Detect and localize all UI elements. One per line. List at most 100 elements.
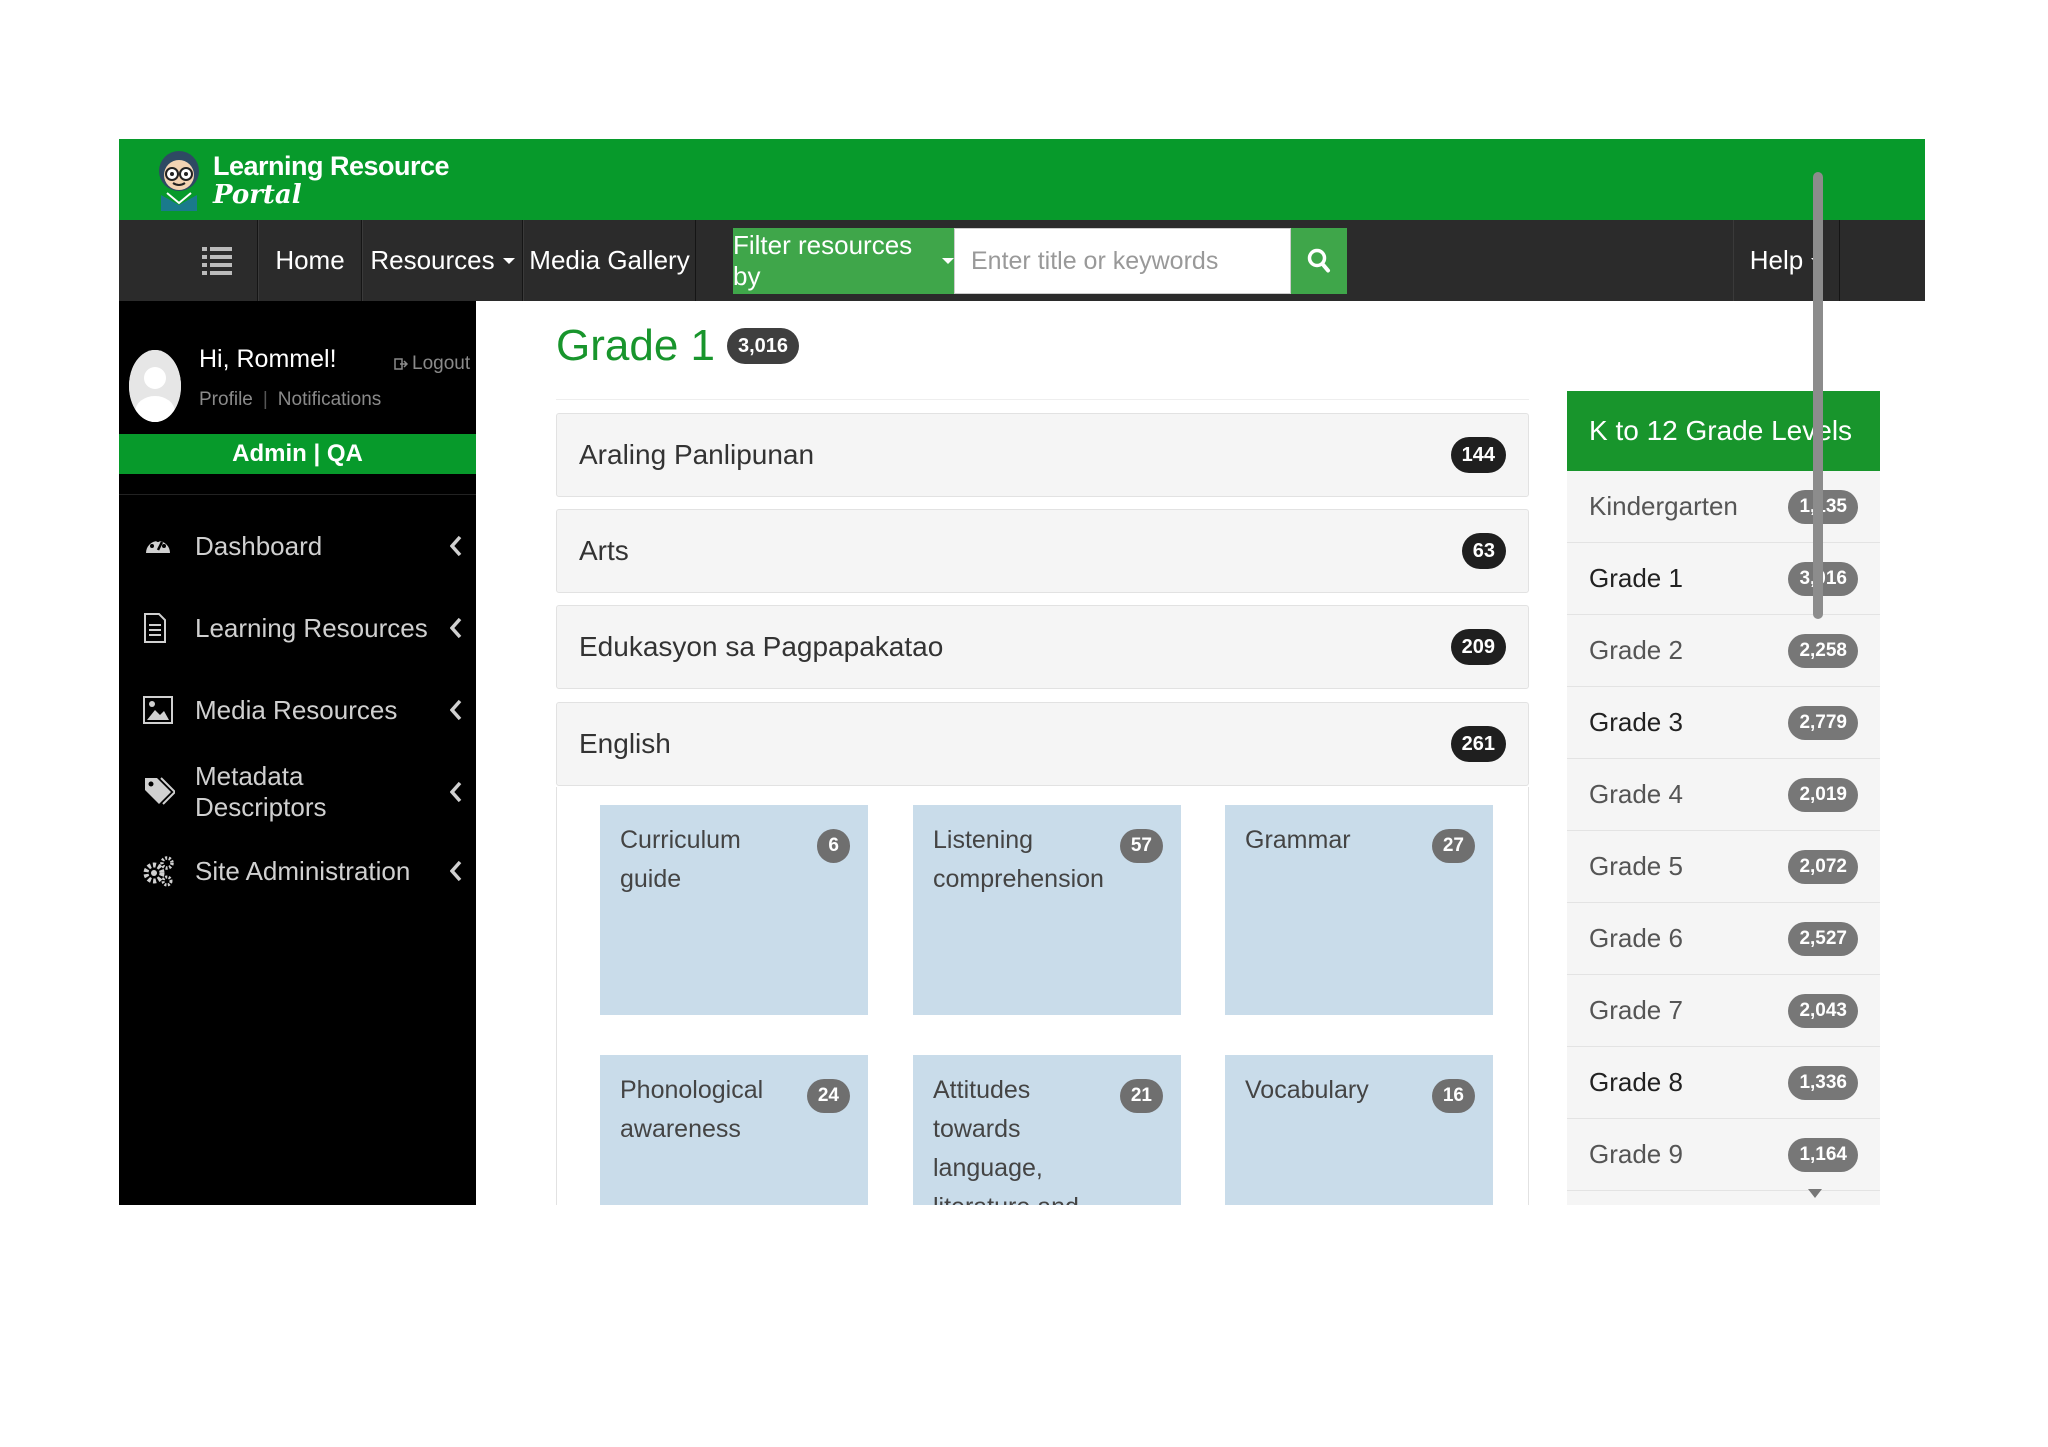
- subject-panel-arts[interactable]: Arts 63: [556, 509, 1529, 593]
- grade-level-label: Grade 8: [1589, 1067, 1683, 1097]
- title-divider: [556, 399, 1529, 400]
- user-greeting: Hi, Rommel!: [199, 345, 337, 373]
- dashboard-icon: [119, 531, 195, 561]
- caret-down-icon: [942, 258, 954, 264]
- document-icon: [119, 612, 195, 644]
- grade-level-item[interactable]: Grade 9 1,164: [1567, 1119, 1880, 1191]
- nav-resources-dropdown[interactable]: Resources: [362, 220, 523, 301]
- user-role-bar: Admin | QA: [119, 434, 476, 474]
- logout-link[interactable]: Logout: [394, 353, 470, 375]
- grade-levels-panel: K to 12 Grade Levels Kindergarten 1,135 …: [1567, 391, 1880, 1205]
- avatar[interactable]: [129, 350, 181, 422]
- grade-level-item[interactable]: Grade 3 2,779: [1567, 687, 1880, 759]
- subject-label: Edukasyon sa Pagpapakatao: [579, 631, 944, 662]
- topic-tile-curriculum-guide[interactable]: Curriculum guide 6: [600, 805, 868, 1015]
- mascot-logo-icon: [159, 151, 199, 211]
- logout-icon: [394, 358, 408, 370]
- grade-level-item[interactable]: Grade 7 2,043: [1567, 975, 1880, 1047]
- topic-tile-attitudes[interactable]: Attitudes towards language, literature a…: [913, 1055, 1181, 1205]
- topic-count-badge: 27: [1431, 829, 1475, 863]
- sidebar-item-dashboard[interactable]: Dashboard: [119, 516, 476, 576]
- grade-level-label: Grade 3: [1589, 707, 1683, 737]
- chevron-left-icon: [436, 535, 476, 557]
- sidebar-item-site-administration[interactable]: Site Administration: [119, 841, 476, 901]
- subject-label: Araling Panlipunan: [579, 439, 815, 470]
- user-avatar-icon: [129, 350, 181, 422]
- nav-media-gallery[interactable]: Media Gallery: [523, 220, 696, 301]
- app-window: Learning Resource Portal Home Resources …: [119, 139, 1925, 1205]
- caret-down-icon: [502, 257, 515, 264]
- sidebar-item-label: Metadata Descriptors: [195, 761, 327, 822]
- logout-label: Logout: [412, 353, 471, 374]
- grade-level-label: Grade 4: [1589, 779, 1683, 809]
- grade-level-item[interactable]: Grade 6 2,527: [1567, 903, 1880, 975]
- site-logo[interactable]: Learning Resource Portal: [153, 145, 450, 215]
- nav-help-label: Help: [1749, 245, 1804, 275]
- page-title: Grade 1 3,016: [556, 321, 800, 371]
- filter-label: Filter resources by: [733, 230, 913, 291]
- chevron-left-icon: [436, 860, 476, 882]
- grade-level-item-partial[interactable]: [1567, 1191, 1880, 1205]
- grade-level-label: Grade 5: [1589, 851, 1683, 881]
- sidebar-item-metadata-descriptors[interactable]: Metadata Descriptors: [119, 761, 476, 822]
- grade-level-item[interactable]: Grade 8 1,336: [1567, 1047, 1880, 1119]
- topic-count-badge: 6: [817, 829, 850, 863]
- page-title-text: Grade 1: [556, 321, 715, 370]
- subject-panel-araling-panlipunan[interactable]: Araling Panlipunan 144: [556, 413, 1529, 497]
- topic-tile-vocabulary[interactable]: Vocabulary 16: [1225, 1055, 1493, 1205]
- grade-level-label: Grade 7: [1589, 995, 1683, 1025]
- topic-tile-listening-comprehension[interactable]: Listening comprehension 57: [913, 805, 1181, 1015]
- gears-icon: [119, 855, 195, 887]
- notifications-link[interactable]: Notifications: [278, 389, 382, 411]
- sidebar-item-label: Site Administration: [195, 855, 411, 886]
- topic-count-badge: 57: [1119, 829, 1163, 863]
- subject-panel-edukasyon-sa-pagpapakatao[interactable]: Edukasyon sa Pagpapakatao 209: [556, 605, 1529, 689]
- subject-label: English: [579, 728, 671, 759]
- topic-tile-phonological-awareness[interactable]: Phonological awareness 24: [600, 1055, 868, 1205]
- chevron-left-icon: [436, 781, 476, 803]
- search-input[interactable]: [954, 228, 1291, 294]
- top-header: Learning Resource Portal: [119, 139, 1925, 220]
- link-separator: |: [262, 389, 268, 410]
- subject-count-badge: 261: [1450, 726, 1506, 762]
- list-menu-icon: [201, 246, 232, 275]
- sidebar-item-media-resources[interactable]: Media Resources: [119, 680, 476, 740]
- subject-count-badge: 63: [1461, 533, 1506, 569]
- filter-resources-button[interactable]: Filter resources by: [733, 228, 954, 294]
- logo-text: Learning Resource Portal: [213, 150, 450, 208]
- main-navbar: Home Resources Media Gallery Filter reso…: [119, 220, 1925, 301]
- grade-levels-title: K to 12 Grade Levels: [1567, 391, 1880, 471]
- subject-count-badge: 144: [1450, 437, 1506, 473]
- search-icon: [1307, 248, 1330, 273]
- sidebar: Hi, Rommel! Logout Profile | Notificatio…: [119, 301, 476, 1205]
- subject-panel-english[interactable]: English 261: [556, 702, 1529, 786]
- subject-count-badge: 209: [1450, 629, 1506, 665]
- nav-home[interactable]: Home: [258, 220, 362, 301]
- scroll-down-arrow-icon[interactable]: [1808, 1189, 1822, 1198]
- sidebar-item-label: Dashboard: [195, 530, 323, 561]
- nav-resources-label: Resources: [370, 245, 495, 275]
- topic-count-badge: 24: [806, 1079, 850, 1113]
- english-topics-panel: Curriculum guide 6 Listening comprehensi…: [556, 787, 1529, 1205]
- grade-level-item[interactable]: Grade 1 3,016: [1567, 543, 1880, 615]
- grade-level-label: Grade 1: [1589, 563, 1683, 593]
- grade-level-item[interactable]: Grade 4 2,019: [1567, 759, 1880, 831]
- profile-link[interactable]: Profile: [199, 389, 253, 411]
- user-links: Profile | Notifications: [199, 389, 381, 411]
- sidebar-item-label: Media Resources: [195, 694, 398, 725]
- grade-level-item[interactable]: Grade 2 2,258: [1567, 615, 1880, 687]
- grade-level-label: Grade 6: [1589, 923, 1683, 953]
- search-button[interactable]: [1291, 228, 1347, 294]
- sidebar-item-learning-resources[interactable]: Learning Resources: [119, 598, 476, 658]
- grade-level-item[interactable]: Kindergarten 1,135: [1567, 471, 1880, 543]
- grade-level-label: Grade 9: [1589, 1139, 1683, 1169]
- topic-tile-grammar[interactable]: Grammar 27: [1225, 805, 1493, 1015]
- subject-label: Arts: [579, 535, 629, 566]
- menu-toggle-button[interactable]: [176, 220, 258, 301]
- scrollbar-thumb[interactable]: [1813, 172, 1823, 619]
- grade-level-item[interactable]: Grade 5 2,072: [1567, 831, 1880, 903]
- logo-title: Learning Resource: [213, 150, 450, 181]
- nav-home-label: Home: [275, 245, 345, 275]
- topic-count-badge: 21: [1119, 1079, 1163, 1113]
- sidebar-item-label: Learning Resources: [195, 612, 428, 643]
